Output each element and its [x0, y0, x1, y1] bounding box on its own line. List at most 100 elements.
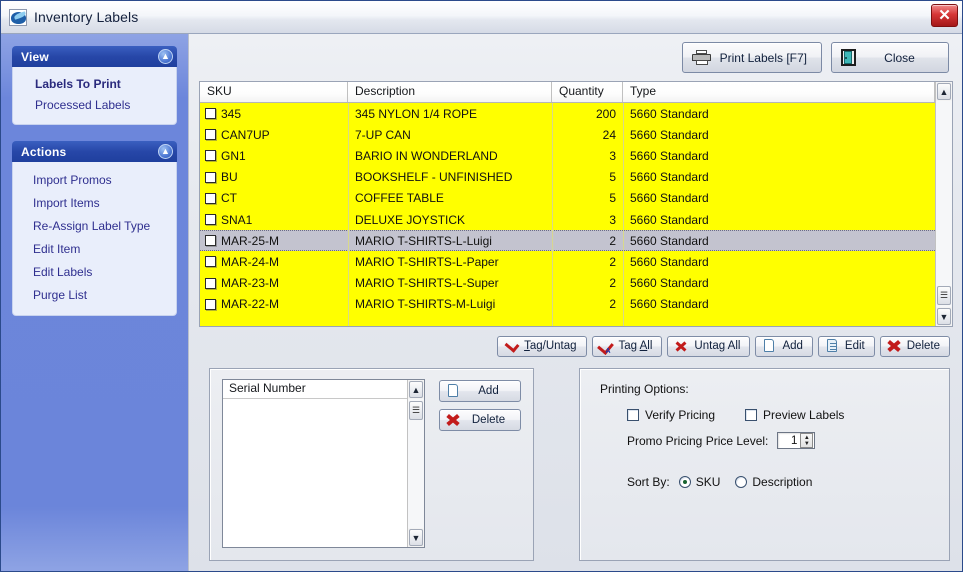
serial-list-body[interactable] — [223, 399, 407, 547]
cell-sku[interactable]: GN1 — [200, 145, 348, 166]
table-row[interactable]: MAR-22-M MARIO T-SHIRTS-M-Luigi 2 5660 Stan… — [200, 294, 935, 315]
sidebar-item-edit-item[interactable]: Edit Item — [13, 238, 176, 261]
cell-sku[interactable]: 345 — [200, 103, 348, 124]
cell-sku[interactable]: MAR-23-M — [200, 273, 348, 294]
cell-sku[interactable]: BU — [200, 167, 348, 188]
row-checkbox[interactable] — [205, 214, 216, 226]
table-row[interactable]: 345 345 NYLON 1/4 ROPE 200 5660 Standard — [200, 103, 935, 124]
radio-selected-icon — [678, 476, 691, 488]
printing-options-group: Printing Options: Verify Pricing Preview… — [579, 368, 950, 561]
sidebar-item-re-assign-label-type[interactable]: Re-Assign Label Type — [13, 215, 176, 238]
row-checkbox[interactable] — [205, 192, 216, 204]
cell-quantity: 3 — [609, 148, 616, 163]
close-window-button[interactable]: ✕ — [931, 4, 958, 27]
cell-quantity: 3 — [609, 212, 616, 227]
cell-sku[interactable]: MAR-25-M — [200, 231, 348, 250]
sidebar-item-purge-list[interactable]: Purge List — [13, 284, 176, 307]
delete-row-button[interactable]: Delete — [879, 335, 950, 357]
row-checkbox[interactable] — [205, 277, 216, 289]
serial-scroll-thumb[interactable]: ☰ — [409, 401, 423, 420]
print-labels-label: Print Labels [F7] — [719, 50, 807, 65]
serial-add-button[interactable]: Add — [439, 380, 521, 402]
page-add-icon — [446, 384, 460, 398]
chevron-up-icon[interactable]: ▲ — [158, 144, 173, 159]
row-checkbox[interactable] — [205, 129, 216, 141]
column-header-sku[interactable]: SKU — [200, 82, 348, 102]
inventory-labels-window: Inventory Labels ✕ View ▲ Labels To Prin… — [0, 0, 963, 572]
scroll-down-button[interactable]: ▼ — [937, 308, 951, 325]
row-checkbox[interactable] — [205, 256, 216, 268]
cell-description: 345 NYLON 1/4 ROPE — [355, 106, 478, 121]
window-title: Inventory Labels — [34, 9, 139, 25]
printer-icon — [691, 50, 711, 65]
tag-all-button[interactable]: Tag All — [591, 335, 663, 357]
edit-row-button[interactable]: Edit — [817, 335, 875, 357]
sidebar: View ▲ Labels To Print Processed Labels … — [1, 34, 189, 571]
scroll-up-button[interactable]: ▲ — [937, 83, 951, 100]
sidebar-item-import-promos[interactable]: Import Promos — [13, 169, 176, 192]
close-button[interactable]: Close — [831, 42, 949, 73]
table-row[interactable]: BU BOOKSHELF - UNFINISHED 5 5660 Standard — [200, 167, 935, 188]
cell-sku[interactable]: MAR-24-M — [200, 251, 348, 272]
sidebar-item-edit-labels[interactable]: Edit Labels — [13, 261, 176, 284]
sort-by-sku-radio[interactable]: SKU — [678, 475, 720, 489]
tag-untag-button[interactable]: Tag/Untag — [497, 335, 587, 357]
labels-grid: SKU Description Quantity Type 345 345 NYL… — [199, 81, 953, 327]
sidebar-item-processed-labels[interactable]: Processed Labels — [13, 95, 176, 116]
checkbox-icon — [627, 409, 639, 421]
cell-sku[interactable]: MAR-22-M — [200, 294, 348, 315]
serial-scroll-track[interactable]: ☰ — [408, 399, 424, 528]
stepper-arrows-icon[interactable]: ▲ ▼ — [800, 433, 814, 448]
table-row[interactable]: SNA1 DELUXE JOYSTICK 3 5660 Standard — [200, 209, 935, 230]
panel-header-actions[interactable]: Actions ▲ — [12, 141, 177, 162]
table-row[interactable]: CAN7UP 7-UP CAN 24 5660 Standard — [200, 124, 935, 145]
serial-delete-button[interactable]: Delete — [439, 409, 521, 431]
verify-pricing-checkbox[interactable]: Verify Pricing — [627, 408, 715, 422]
table-row[interactable]: CT COFFEE TABLE 5 5660 Standard — [200, 188, 935, 209]
untag-all-label: Untag All — [694, 340, 741, 352]
chevron-up-icon[interactable]: ▲ — [158, 49, 173, 64]
row-checkbox[interactable] — [205, 171, 216, 183]
promo-price-level-value[interactable]: 1 — [778, 435, 800, 447]
cell-sku-text: SNA1 — [221, 212, 253, 227]
scroll-track[interactable]: ☰ — [936, 101, 952, 307]
sort-by-description-radio[interactable]: Description — [735, 475, 812, 489]
row-checkbox[interactable] — [205, 108, 216, 120]
untag-all-button[interactable]: Untag All — [667, 335, 751, 357]
column-header-description[interactable]: Description — [348, 82, 552, 102]
table-row[interactable]: GN1 BARIO IN WONDERLAND 3 5660 Standard — [200, 145, 935, 166]
cell-sku[interactable]: SNA1 — [200, 209, 348, 230]
serial-add-label: Add — [478, 385, 499, 397]
serial-scroll-up-button[interactable]: ▲ — [409, 381, 423, 398]
sidebar-item-labels-to-print[interactable]: Labels To Print — [13, 74, 176, 95]
table-row[interactable]: MAR-24-M MARIO T-SHIRTS-L-Paper 2 5660 Stan… — [200, 251, 935, 272]
row-checkbox[interactable] — [205, 150, 216, 162]
tag-icon — [504, 339, 518, 353]
sidebar-item-import-items[interactable]: Import Items — [13, 192, 176, 215]
serial-vertical-scrollbar[interactable]: ▲ ☰ ▼ — [407, 380, 424, 547]
cell-quantity: 24 — [602, 127, 616, 142]
print-labels-button[interactable]: Print Labels [F7] — [681, 42, 822, 73]
printing-options-title: Printing Options: — [600, 382, 689, 396]
panel-header-view[interactable]: View ▲ — [12, 46, 177, 67]
grid-vertical-scrollbar[interactable]: ▲ ☰ ▼ — [935, 82, 952, 326]
add-row-button[interactable]: Add — [755, 335, 813, 357]
serial-column-header[interactable]: Serial Number — [223, 380, 407, 399]
preview-labels-checkbox[interactable]: Preview Labels — [745, 408, 844, 422]
column-header-quantity[interactable]: Quantity — [552, 82, 623, 102]
serial-number-list[interactable]: Serial Number ▲ ☰ ▼ — [222, 379, 425, 548]
row-checkbox[interactable] — [205, 235, 216, 247]
scroll-thumb[interactable]: ☰ — [937, 286, 951, 305]
sort-by-label: Sort By: — [627, 475, 670, 489]
table-row[interactable]: MAR-23-M MARIO T-SHIRTS-L-Super 2 5660 Stan… — [200, 273, 935, 294]
table-row[interactable]: MAR-25-M MARIO T-SHIRTS-L-Luigi 2 5660 Stan… — [200, 230, 935, 252]
column-header-type[interactable]: Type — [623, 82, 935, 102]
row-checkbox[interactable] — [205, 298, 216, 310]
cell-sku[interactable]: CAN7UP — [200, 124, 348, 145]
promo-price-level-stepper[interactable]: 1 ▲ ▼ — [777, 432, 816, 449]
top-toolbar: Print Labels [F7] Close — [199, 34, 953, 81]
serial-scroll-down-button[interactable]: ▼ — [409, 529, 423, 546]
preview-labels-label: Preview Labels — [763, 408, 845, 422]
cell-sku[interactable]: CT — [200, 188, 348, 209]
cell-sku-text: MAR-24-M — [221, 254, 280, 269]
